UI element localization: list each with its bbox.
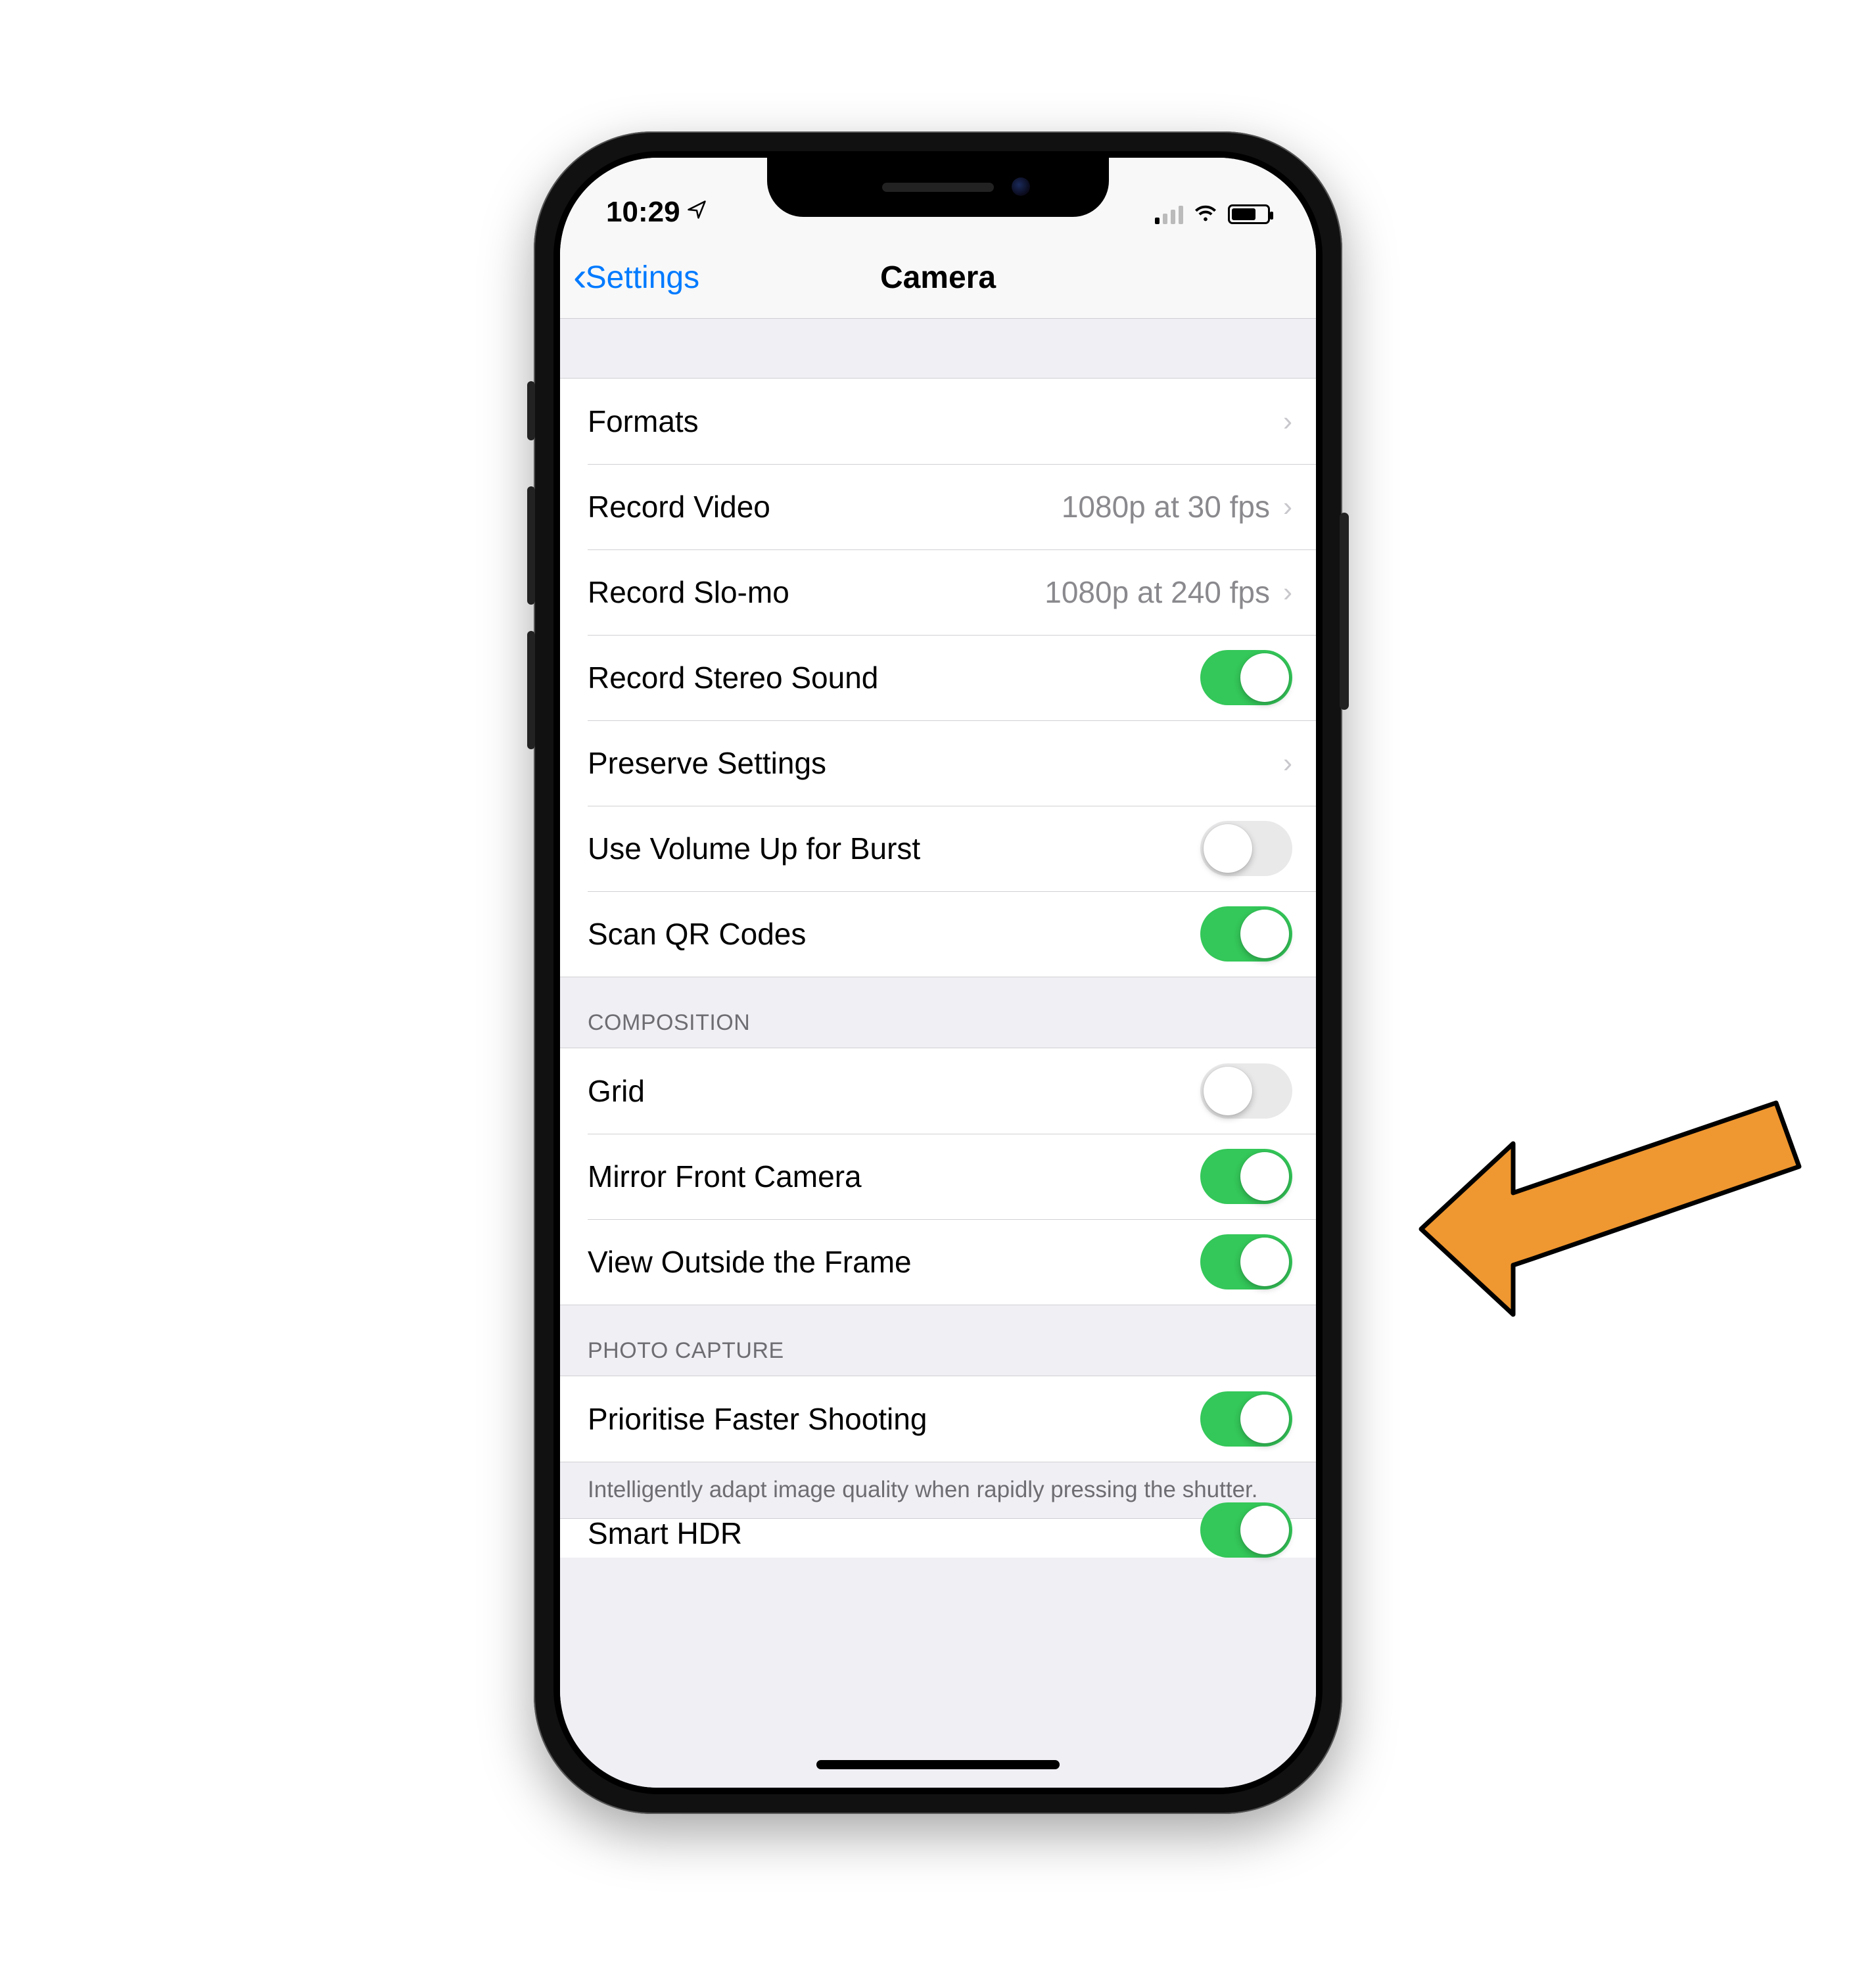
scan-qr-toggle[interactable]: [1200, 906, 1292, 962]
row-grid-label: Grid: [588, 1073, 1200, 1109]
nav-bar: ‹ Settings Camera: [560, 237, 1316, 319]
chevron-right-icon: ›: [1283, 747, 1292, 779]
wifi-icon: [1192, 199, 1219, 229]
row-volume-burst: Use Volume Up for Burst: [560, 806, 1316, 891]
phone-frame: 10:29: [534, 131, 1342, 1814]
battery-icon: [1228, 204, 1270, 224]
section-header-composition: COMPOSITION: [560, 977, 1316, 1048]
cellular-signal-icon: [1155, 204, 1183, 224]
volume-burst-toggle[interactable]: [1200, 821, 1292, 876]
annotation-arrow-icon: [1421, 1103, 1799, 1314]
back-label: Settings: [586, 260, 699, 296]
row-grid: Grid: [560, 1048, 1316, 1134]
row-record-stereo-label: Record Stereo Sound: [588, 660, 1200, 695]
record-stereo-toggle[interactable]: [1200, 650, 1292, 705]
chevron-right-icon: ›: [1283, 576, 1292, 608]
chevron-right-icon: ›: [1283, 406, 1292, 437]
volume-down-button: [527, 631, 535, 749]
row-prioritise-label: Prioritise Faster Shooting: [588, 1401, 1200, 1437]
display-notch: [767, 158, 1109, 217]
grid-toggle[interactable]: [1200, 1063, 1292, 1119]
footer-prioritise: Intelligently adapt image quality when r…: [560, 1462, 1316, 1518]
group-main: Formats › Record Video 1080p at 30 fps ›…: [560, 378, 1316, 977]
back-button[interactable]: ‹ Settings: [573, 237, 699, 318]
arrow-icon: [1421, 1111, 1799, 1314]
group-photo-capture: Prioritise Faster Shooting: [560, 1376, 1316, 1462]
row-record-video[interactable]: Record Video 1080p at 30 fps ›: [560, 464, 1316, 549]
chevron-right-icon: ›: [1283, 491, 1292, 522]
side-button: [1340, 513, 1349, 710]
row-record-video-label: Record Video: [588, 489, 1062, 524]
nav-title: Camera: [880, 260, 996, 296]
row-record-slomo-value: 1080p at 240 fps: [1044, 574, 1270, 610]
row-volume-burst-label: Use Volume Up for Burst: [588, 831, 1200, 866]
section-header-photo-capture: PHOTO CAPTURE: [560, 1305, 1316, 1376]
chevron-left-icon: ‹: [573, 257, 587, 298]
row-scan-qr: Scan QR Codes: [560, 891, 1316, 977]
row-preserve-label: Preserve Settings: [588, 745, 1278, 781]
row-smart-hdr: Smart HDR: [560, 1518, 1316, 1558]
mute-switch: [527, 381, 535, 440]
volume-up-button: [527, 486, 535, 605]
row-record-slomo-label: Record Slo-mo: [588, 574, 1044, 610]
row-mirror-label: Mirror Front Camera: [588, 1159, 1200, 1194]
row-scan-qr-label: Scan QR Codes: [588, 916, 1200, 952]
row-record-slomo[interactable]: Record Slo-mo 1080p at 240 fps ›: [560, 549, 1316, 635]
group-composition: Grid Mirror Front Camera View Outside th…: [560, 1048, 1316, 1305]
settings-scroll[interactable]: Formats › Record Video 1080p at 30 fps ›…: [560, 319, 1316, 1788]
row-prioritise-faster-shooting: Prioritise Faster Shooting: [560, 1376, 1316, 1462]
home-indicator[interactable]: [816, 1760, 1060, 1769]
row-mirror-front-camera: Mirror Front Camera: [560, 1134, 1316, 1219]
row-view-outside-frame: View Outside the Frame: [560, 1219, 1316, 1305]
row-outside-label: View Outside the Frame: [588, 1244, 1200, 1280]
view-outside-frame-toggle[interactable]: [1200, 1234, 1292, 1289]
row-formats[interactable]: Formats ›: [560, 379, 1316, 464]
location-services-icon: [687, 200, 707, 225]
row-smart-hdr-label: Smart HDR: [588, 1516, 1200, 1551]
annotation-arrow: [1408, 1084, 1816, 1337]
mirror-front-camera-toggle[interactable]: [1200, 1149, 1292, 1204]
smart-hdr-toggle[interactable]: [1200, 1502, 1292, 1558]
row-formats-label: Formats: [588, 404, 1278, 439]
prioritise-faster-shooting-toggle[interactable]: [1200, 1391, 1292, 1447]
status-time: 10:29: [606, 196, 680, 229]
row-record-stereo: Record Stereo Sound: [560, 635, 1316, 720]
row-record-video-value: 1080p at 30 fps: [1062, 489, 1270, 524]
row-preserve-settings[interactable]: Preserve Settings ›: [560, 720, 1316, 806]
